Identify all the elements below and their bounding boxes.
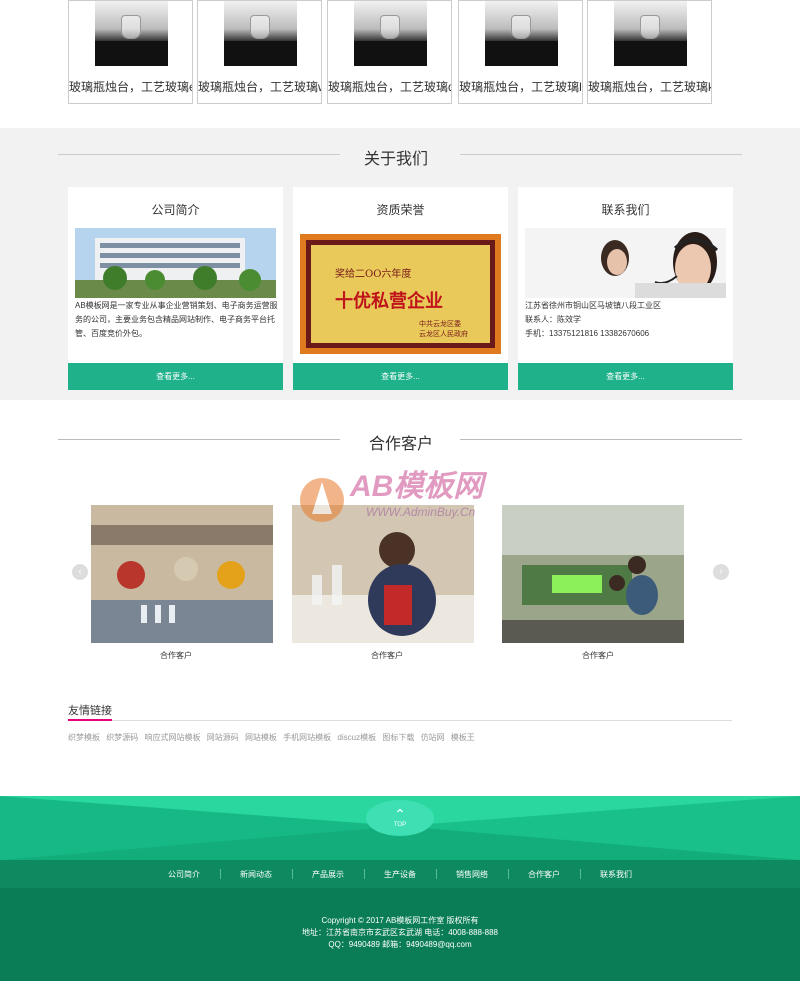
- product-card[interactable]: 玻璃瓶烛台，工艺玻璃k: [587, 0, 712, 104]
- footer-info: Copyright © 2017 AB模板网工作室 版权所有 地址：江苏省南京市…: [0, 888, 800, 981]
- footer-address: 地址：江苏省南京市玄武区玄武湖 电话：4008-888-888: [301, 928, 499, 937]
- client-image[interactable]: [91, 505, 273, 643]
- friend-links-list: 织梦模板 织梦源码 响应式网站模板 网站源码 网站模板 手机网站模板 discu…: [68, 732, 479, 743]
- contact-address: 江苏省徐州市铜山区马坡镇八段工业区: [525, 301, 661, 310]
- section-title: 关于我们: [364, 151, 429, 168]
- footer-nav-item[interactable]: 公司简介: [168, 869, 200, 880]
- client-caption[interactable]: 合作客户: [507, 650, 689, 661]
- divider: [460, 439, 742, 440]
- card-title: 联系我们: [601, 203, 650, 217]
- watermark-logo: AB模板网 WWW.AdminBuy.Cn: [296, 452, 506, 532]
- client-image[interactable]: [502, 505, 684, 643]
- divider: [580, 869, 581, 879]
- contact-phone: 手机：13375121816 13382670606: [525, 329, 650, 338]
- top-label: TOP: [393, 822, 407, 828]
- card-title: 公司简介: [151, 203, 200, 217]
- about-card-contact: 联系我们 江苏省徐州市铜山区马坡镇八段工业区 联系人：陈效学 手机：133751…: [518, 187, 733, 390]
- cert-line1: 奖给二OO六年度: [335, 269, 412, 280]
- more-button[interactable]: 查看更多...: [518, 363, 733, 390]
- back-to-top-button[interactable]: ⌃ TOP: [366, 800, 434, 836]
- chevron-up-icon: ⌃: [394, 806, 406, 822]
- friend-link[interactable]: 仿站网: [421, 733, 445, 742]
- more-button[interactable]: 查看更多...: [68, 363, 283, 390]
- client-caption[interactable]: 合作客户: [85, 650, 267, 661]
- company-building-image[interactable]: [75, 228, 276, 298]
- footer-nav-item[interactable]: 产品展示: [312, 869, 344, 880]
- divider: [292, 869, 293, 879]
- divider: [460, 154, 742, 155]
- product-card[interactable]: 玻璃瓶烛台，工艺玻璃e: [68, 0, 193, 104]
- divider: [508, 869, 509, 879]
- cert-sign1: 中共云龙区委: [419, 321, 461, 328]
- footer-nav-item[interactable]: 生产设备: [384, 869, 416, 880]
- product-strip: 玻璃瓶烛台，工艺玻璃e 玻璃瓶烛台，工艺玻璃w 玻璃瓶烛台，工艺玻璃q 玻璃瓶烛…: [0, 0, 800, 128]
- product-card[interactable]: 玻璃瓶烛台，工艺玻璃w: [197, 0, 322, 104]
- cert-sign2: 云龙区人民政府: [419, 331, 468, 338]
- product-name[interactable]: 玻璃瓶烛台，工艺玻璃e: [69, 78, 192, 95]
- footer-contact: QQ：9490489 邮箱：9490489@qq.com: [328, 940, 472, 949]
- client-caption[interactable]: 合作客户: [296, 650, 478, 661]
- product-name[interactable]: 玻璃瓶烛台，工艺玻璃k: [588, 78, 711, 95]
- product-name[interactable]: 玻璃瓶烛台，工艺玻璃w: [198, 78, 321, 95]
- friend-link[interactable]: 织梦源码: [106, 733, 138, 742]
- product-image[interactable]: [614, 1, 687, 66]
- divider: [68, 720, 732, 721]
- product-name[interactable]: 玻璃瓶烛台，工艺玻璃q: [328, 78, 451, 95]
- honor-certificate[interactable]: 奖给二OO六年度 十优私营企业 中共云龙区委 云龙区人民政府: [300, 234, 501, 354]
- cert-line2: 十优私营企业: [335, 291, 443, 312]
- product-image[interactable]: [95, 1, 168, 66]
- friend-links-title: 友情链接: [68, 705, 112, 717]
- clients-section: 合作客户 ‹ › 合作客户 合作客户 合作客户: [0, 400, 800, 700]
- product-image[interactable]: [354, 1, 427, 66]
- divider: [220, 869, 221, 879]
- contact-call-center-image[interactable]: [525, 228, 726, 298]
- company-intro-text: AB模板网是一家专业从事企业营销策划、电子商务运营服务的公司，主要业务包含精品网…: [75, 301, 278, 338]
- product-card[interactable]: 玻璃瓶烛台，工艺玻璃l: [458, 0, 583, 104]
- divider: [58, 154, 340, 155]
- svg-text:AB模板网: AB模板网: [349, 470, 487, 503]
- product-image[interactable]: [224, 1, 297, 66]
- card-title: 资质荣誉: [376, 203, 425, 217]
- friend-link[interactable]: 织梦模板: [68, 733, 100, 742]
- friend-link[interactable]: 模板王: [451, 733, 475, 742]
- carousel-next-button[interactable]: ›: [713, 564, 729, 580]
- divider: [364, 869, 365, 879]
- carousel-prev-button[interactable]: ‹: [72, 564, 88, 580]
- copyright: Copyright © 2017 AB模板网工作室 版权所有: [321, 916, 479, 925]
- section-title: 合作客户: [369, 436, 434, 453]
- friend-link[interactable]: 网站模板: [245, 733, 277, 742]
- friend-link[interactable]: 图标下载: [382, 733, 414, 742]
- divider: [58, 439, 340, 440]
- footer-nav-item[interactable]: 联系我们: [600, 869, 632, 880]
- friend-link[interactable]: 响应式网站模板: [144, 733, 200, 742]
- footer-nav: 公司简介 新闻动态 产品展示 生产设备 销售网络 合作客户 联系我们: [0, 860, 800, 888]
- divider: [436, 869, 437, 879]
- contact-info: 江苏省徐州市铜山区马坡镇八段工业区 联系人：陈效学 手机：13375121816…: [525, 299, 728, 341]
- about-card-honor: 资质荣誉 奖给二OO六年度 十优私营企业 中共云龙区委 云龙区人民政府 查看更多…: [293, 187, 508, 390]
- about-section: 关于我们 公司简介 AB模板网是一家专业从事企业营销策划、电子商务运营服务的公司…: [0, 128, 800, 400]
- more-button[interactable]: 查看更多...: [293, 363, 508, 390]
- footer-nav-item[interactable]: 销售网络: [456, 869, 488, 880]
- product-image[interactable]: [485, 1, 558, 66]
- divider-accent: [68, 719, 112, 721]
- contact-person: 联系人：陈效学: [525, 315, 581, 324]
- friend-link[interactable]: 手机网站模板: [283, 733, 331, 742]
- friend-link[interactable]: 网站源码: [207, 733, 239, 742]
- svg-text:WWW.AdminBuy.Cn: WWW.AdminBuy.Cn: [366, 505, 476, 519]
- footer-nav-item[interactable]: 新闻动态: [240, 869, 272, 880]
- product-card[interactable]: 玻璃瓶烛台，工艺玻璃q: [327, 0, 452, 104]
- about-card-company: 公司简介 AB模板网是一家专业从事企业营销策划、电子商务运营服务的公司，主要业务…: [68, 187, 283, 390]
- friend-link[interactable]: discuz模板: [337, 733, 376, 742]
- product-name[interactable]: 玻璃瓶烛台，工艺玻璃l: [459, 78, 582, 95]
- footer-nav-item[interactable]: 合作客户: [528, 869, 560, 880]
